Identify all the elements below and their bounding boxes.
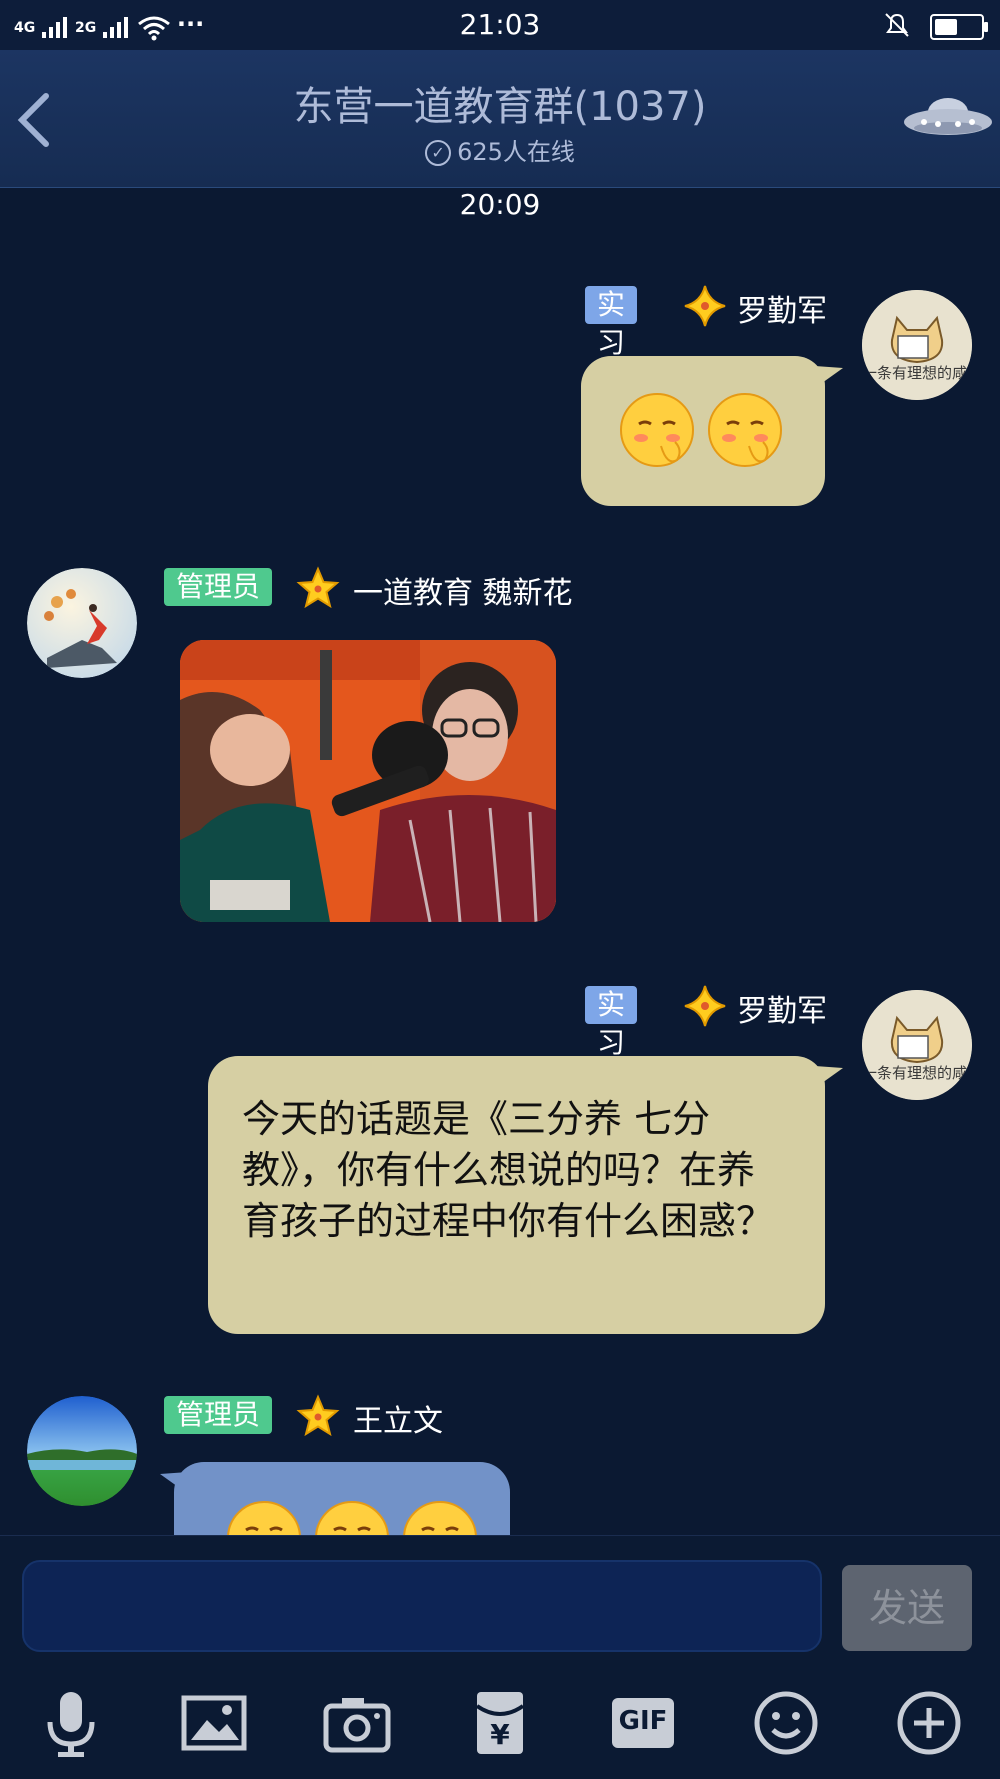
clock: 21:03 [459, 8, 541, 41]
chat-header: 东营一道教育群(1037) ✓ 625人在线 [0, 50, 1000, 188]
status-bar: 4G 2G ··· 21:03 [0, 0, 1000, 50]
message-bubble[interactable]: 今天的话题是《三分养 七分教》，你有什么想说的吗？在养育孩子的过程中你有什么困惑… [208, 1056, 843, 1334]
photo-message[interactable] [180, 640, 556, 922]
chevron-down-circle-icon: ✓ [425, 140, 452, 166]
message-input[interactable] [22, 1560, 822, 1652]
avatar-caption: 一条有理想的咸 [862, 1064, 968, 1082]
avatar[interactable]: 一条有理想的咸 [862, 990, 972, 1100]
sender-name[interactable]: 王立文 [353, 1396, 443, 1440]
role-badge: 管理员 [164, 1396, 273, 1434]
send-button[interactable]: 发送 [842, 1565, 972, 1651]
emoji-icon[interactable] [751, 1688, 821, 1758]
role-badge: 管理员 [164, 568, 273, 606]
image-icon[interactable] [179, 1688, 249, 1758]
camera-icon[interactable] [322, 1688, 392, 1758]
sender-name[interactable]: 罗勤军 [737, 286, 827, 330]
ufo-icon[interactable] [902, 92, 994, 142]
sparkle-badge-icon [684, 985, 726, 1027]
emoji-smirk-icon [403, 1501, 477, 1535]
radio-studio-photo [180, 640, 556, 922]
online-count[interactable]: ✓ 625人在线 [0, 132, 1000, 167]
sender-name[interactable]: 一道教育 魏新花 [353, 568, 573, 612]
sparkle-badge-icon [684, 285, 726, 327]
microphone-icon[interactable] [36, 1688, 106, 1758]
emoji-smirk-icon [315, 1501, 389, 1535]
star-badge-icon [296, 1394, 340, 1437]
emoji-shy-icon [620, 393, 694, 467]
gif-icon[interactable]: GIF [608, 1688, 678, 1758]
role-badge: 实习 [585, 286, 638, 359]
emoji-shy-icon [708, 393, 782, 467]
message-bubble[interactable] [581, 356, 843, 506]
group-title[interactable]: 东营一道教育群(1037) [0, 74, 1000, 132]
message-bubble-clip [160, 1462, 510, 1535]
plus-icon[interactable] [894, 1688, 964, 1758]
star-badge-icon [296, 566, 340, 609]
avatar[interactable] [27, 568, 137, 678]
role-badge: 实习 [585, 986, 638, 1059]
message-text: 今天的话题是《三分养 七分教》，你有什么想说的吗？在养育孩子的过程中你有什么困惑… [242, 1097, 775, 1243]
sender-name[interactable]: 罗勤军 [737, 986, 827, 1030]
red-packet-icon[interactable]: ¥ [465, 1688, 535, 1758]
avatar-caption: 一条有理想的咸 [862, 364, 968, 382]
muted-bell-icon [882, 10, 912, 47]
emoji-smirk-icon [227, 1501, 301, 1535]
message-bubble[interactable] [174, 1462, 510, 1535]
avatar[interactable] [27, 1396, 137, 1506]
battery-icon [930, 14, 988, 40]
timestamp: 20:09 [459, 188, 541, 221]
avatar[interactable]: 一条有理想的咸 [862, 290, 972, 400]
